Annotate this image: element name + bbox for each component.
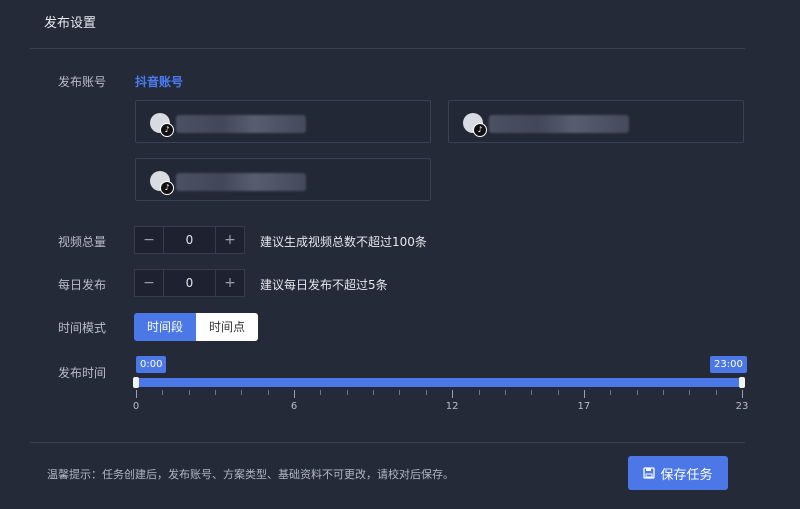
slider-tick <box>583 390 585 398</box>
tiktok-icon: ♪ <box>473 123 487 137</box>
account-card-3[interactable]: ♪ <box>135 158 431 201</box>
video-total-stepper: − 0 + <box>134 226 245 254</box>
account-avatar: ♪ <box>150 171 174 195</box>
account-avatar: ♪ <box>150 113 174 137</box>
publish-time-label: 发布时间 <box>58 366 107 380</box>
account-avatar: ♪ <box>463 113 487 137</box>
video-total-increment-button[interactable]: + <box>215 227 244 253</box>
panel-title: 发布设置 <box>44 16 97 31</box>
daily-publish-input[interactable]: 0 <box>164 276 215 290</box>
slider-tick <box>294 390 296 398</box>
slider-tick <box>557 390 559 395</box>
slider-tick <box>715 390 717 395</box>
slider-start-tooltip: 0:00 <box>136 356 167 373</box>
slider-start-handle[interactable] <box>133 377 139 388</box>
slider-tick <box>742 390 743 398</box>
video-total-input[interactable]: 0 <box>164 233 215 247</box>
slider-tick <box>399 390 401 395</box>
slider-track[interactable] <box>136 378 742 387</box>
video-total-decrement-button[interactable]: − <box>135 227 164 253</box>
slider-tick <box>188 390 190 395</box>
slider-tick <box>689 390 691 395</box>
daily-publish-decrement-button[interactable]: − <box>135 270 164 296</box>
account-name-redacted <box>489 115 629 133</box>
top-divider <box>30 48 745 49</box>
slider-tick <box>610 390 612 395</box>
slider-end-handle[interactable] <box>739 377 745 388</box>
slider-tick <box>346 390 348 395</box>
tiktok-icon: ♪ <box>160 181 174 195</box>
daily-publish-label: 每日发布 <box>58 278 107 292</box>
slider-tick-label: 17 <box>577 401 591 412</box>
account-label: 发布账号 <box>58 75 107 89</box>
platform-tab-douyin[interactable]: 抖音账号 <box>135 73 183 90</box>
time-mode-toggle: 时间段 时间点 <box>134 313 258 341</box>
slider-tick <box>320 390 322 395</box>
slider-tick <box>531 390 533 395</box>
slider-tick <box>267 390 269 395</box>
daily-publish-hint: 建议每日发布不超过5条 <box>260 278 388 292</box>
slider-tick <box>162 390 164 395</box>
daily-publish-increment-button[interactable]: + <box>215 270 244 296</box>
slider-tick <box>636 390 638 395</box>
account-name-redacted <box>176 115 306 133</box>
video-total-label: 视频总量 <box>58 235 107 249</box>
slider-tick <box>504 390 506 395</box>
publish-time-slider: 0:00 23:00 0 6 12 17 23 <box>132 356 748 416</box>
time-mode-option-point[interactable]: 时间点 <box>196 313 258 341</box>
save-task-label: 保存任务 <box>660 467 713 483</box>
account-card-1[interactable]: ♪ <box>135 100 431 143</box>
slider-tick-label: 6 <box>290 401 298 412</box>
time-mode-option-range[interactable]: 时间段 <box>134 313 196 341</box>
bottom-divider <box>30 442 745 443</box>
account-name-redacted <box>176 173 306 191</box>
slider-tick <box>478 390 480 395</box>
account-card-2[interactable]: ♪ <box>448 100 744 143</box>
save-task-button[interactable]: 保存任务 <box>628 456 728 490</box>
time-mode-label: 时间模式 <box>58 321 107 335</box>
slider-tick <box>136 390 137 398</box>
slider-tick <box>215 390 217 395</box>
footer-warning-note: 温馨提示：任务创建后，发布账号、方案类型、基础资料不可更改，请校对后保存。 <box>47 468 454 481</box>
video-total-hint: 建议生成视频总数不超过100条 <box>260 235 427 249</box>
slider-tick <box>425 390 427 395</box>
slider-ticks <box>136 390 743 400</box>
slider-tick <box>241 390 243 395</box>
slider-tick <box>373 390 375 395</box>
daily-publish-stepper: − 0 + <box>134 269 245 297</box>
slider-tick-label: 23 <box>735 401 749 412</box>
save-icon <box>643 467 656 479</box>
slider-tick-label: 12 <box>445 401 459 412</box>
slider-end-tooltip: 23:00 <box>710 356 747 373</box>
slider-tick <box>452 390 454 398</box>
slider-tick <box>662 390 664 395</box>
slider-tick-label: 0 <box>132 401 140 412</box>
tiktok-icon: ♪ <box>160 123 174 137</box>
